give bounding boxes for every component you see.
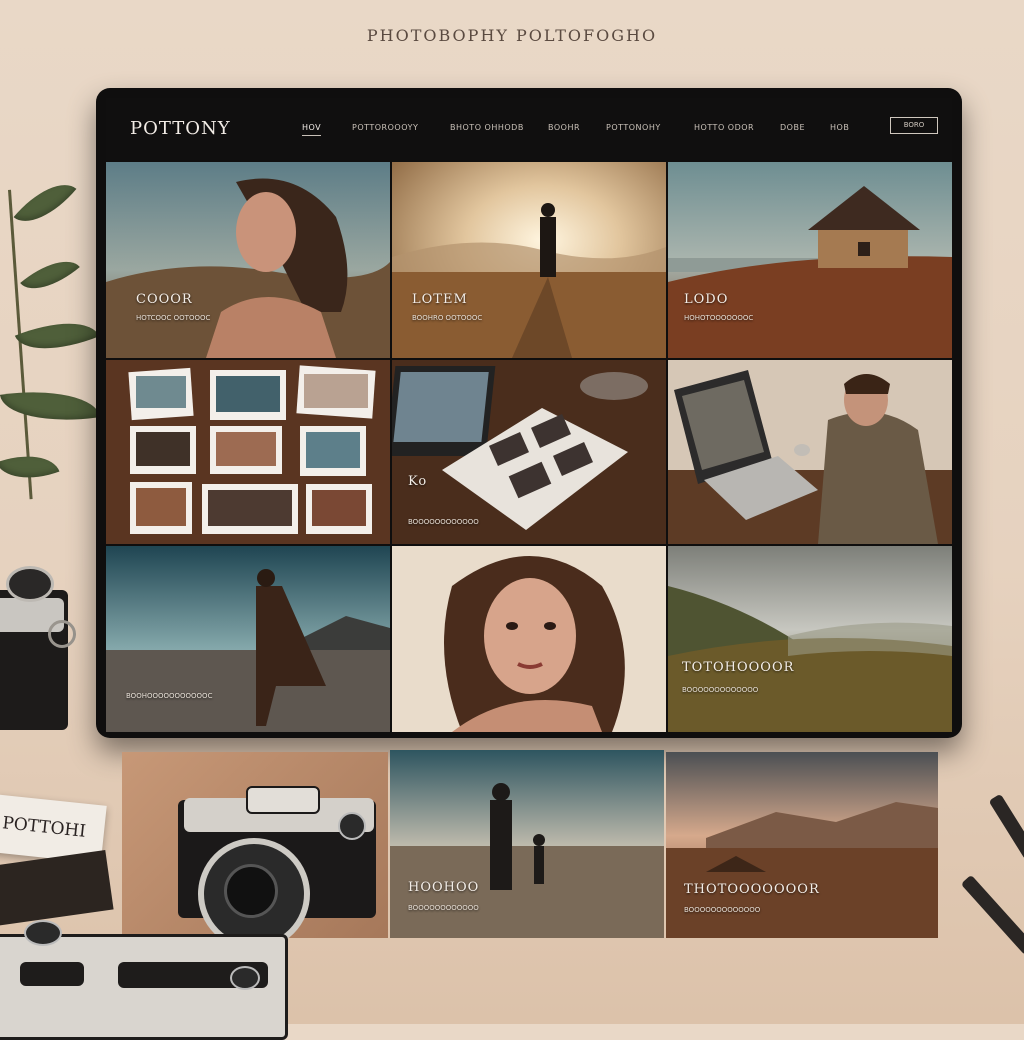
nav-item-about[interactable]: BOOHR — [548, 123, 580, 132]
nav-item-home[interactable]: HOV — [302, 123, 322, 136]
dial-icon — [24, 920, 62, 946]
camera-viewfinder — [20, 962, 84, 986]
gallery-tile-man-beach-coat[interactable]: BOOHOOOOOOOOOOOC — [106, 546, 390, 732]
nav-item-dobe[interactable]: DOBE — [780, 123, 805, 132]
tile-subtitle: BOOOOOOOOOOOO — [408, 518, 479, 526]
gallery-tile-farmhouse[interactable]: LODO HOHOTOOOOOOOC — [668, 162, 952, 358]
tile-subtitle: BOOOOOOOOOOOOO — [682, 686, 759, 694]
photo-man-beach-coat — [106, 546, 390, 732]
desk-photo-print — [0, 849, 114, 927]
gallery-tile-desert-mountains[interactable]: THOTOOOOOOOR BOOOOOOOOOOOOO — [666, 752, 938, 938]
tile-title: LODO — [684, 292, 729, 307]
tile-subtitle: BOOOOOOOOOOOO — [408, 904, 479, 912]
gallery-tile-man-laptop[interactable] — [668, 360, 952, 544]
pen-icon — [960, 874, 1024, 956]
leaf — [0, 381, 101, 431]
gallery-tile-polaroids[interactable] — [106, 360, 390, 544]
gallery-tile-father-child-beach[interactable]: HOOHOO BOOOOOOOOOOOO — [390, 750, 664, 938]
photo-silhouette-field — [392, 162, 666, 358]
leaf — [20, 247, 80, 303]
page-heading: PHOTOBOPHY POLTOFOGHO — [366, 26, 658, 45]
nav-item-photo-gallery[interactable]: BHOTO OHHODB — [450, 123, 524, 132]
gallery-tile-laptop-photobook[interactable]: Ko BOOOOOOOOOOOO — [392, 360, 666, 544]
leaf — [14, 306, 100, 366]
tile-title: LOTEM — [412, 292, 468, 307]
dial-icon — [6, 566, 54, 602]
tile-title: Ko — [408, 474, 428, 489]
photo-farmhouse — [668, 162, 952, 358]
nav-item-portfolio[interactable]: POTTONOHY — [606, 123, 661, 132]
tile-subtitle: BOOHRO OOTOOOC — [412, 314, 483, 322]
strap-ring-icon — [48, 620, 76, 648]
photo-portrait-closeup — [392, 546, 666, 732]
photo-man-at-laptop — [668, 360, 952, 544]
lens-glass-icon — [224, 864, 278, 918]
nav-cta-button[interactable]: BORO — [890, 117, 938, 134]
brand-logo[interactable]: POTTONY — [130, 118, 231, 139]
photo-misty-valley — [668, 546, 952, 732]
tile-subtitle: HOHOTOOOOOOOC — [684, 314, 754, 322]
photo-polaroid-prints — [106, 360, 390, 544]
leaf — [13, 169, 77, 237]
navbar: POTTONY HOV POTTOROOOYY BHOTO OHHODB BOO… — [106, 98, 952, 160]
tile-subtitle: BOOOOOOOOOOOOO — [684, 906, 761, 914]
nav-item-photo-door[interactable]: HOTTO ODOR — [694, 123, 754, 132]
gallery-tile-misty-valley[interactable]: TOTOHOOOOR BOOOOOOOOOOOOO — [668, 546, 952, 732]
photo-portrait-woman — [106, 162, 390, 358]
camera-viewfinder — [246, 786, 320, 814]
monitor-frame: POTTONY HOV POTTOROOOYY BHOTO OHHODB BOO… — [96, 88, 962, 738]
dial-icon — [230, 966, 260, 990]
photo-laptop-photobook — [392, 360, 666, 544]
tile-title: TOTOHOOOOR — [682, 660, 795, 675]
note-text: POTTOHI — [1, 813, 87, 842]
shutter-dial-icon — [338, 812, 366, 840]
gallery-tile-silhouette-field[interactable]: LOTEM BOOHRO OOTOOOC — [392, 162, 666, 358]
tile-subtitle: BOOHOOOOOOOOOOOC — [126, 692, 213, 700]
nav-item-photography[interactable]: POTTOROOOYY — [352, 123, 418, 132]
tile-title: HOOHOO — [408, 880, 480, 895]
nav-item-hob[interactable]: HOB — [830, 123, 849, 132]
gallery-tile-portrait-closeup[interactable] — [392, 546, 666, 732]
tile-subtitle: HOTCOOC OOTOOOC — [136, 314, 211, 322]
pen-icon — [988, 793, 1024, 861]
tile-title: THOTOOOOOOOR — [684, 882, 820, 897]
gallery-tile-portrait-woman[interactable]: COOOR HOTCOOC OOTOOOC — [106, 162, 390, 358]
tile-title: COOOR — [136, 292, 193, 307]
